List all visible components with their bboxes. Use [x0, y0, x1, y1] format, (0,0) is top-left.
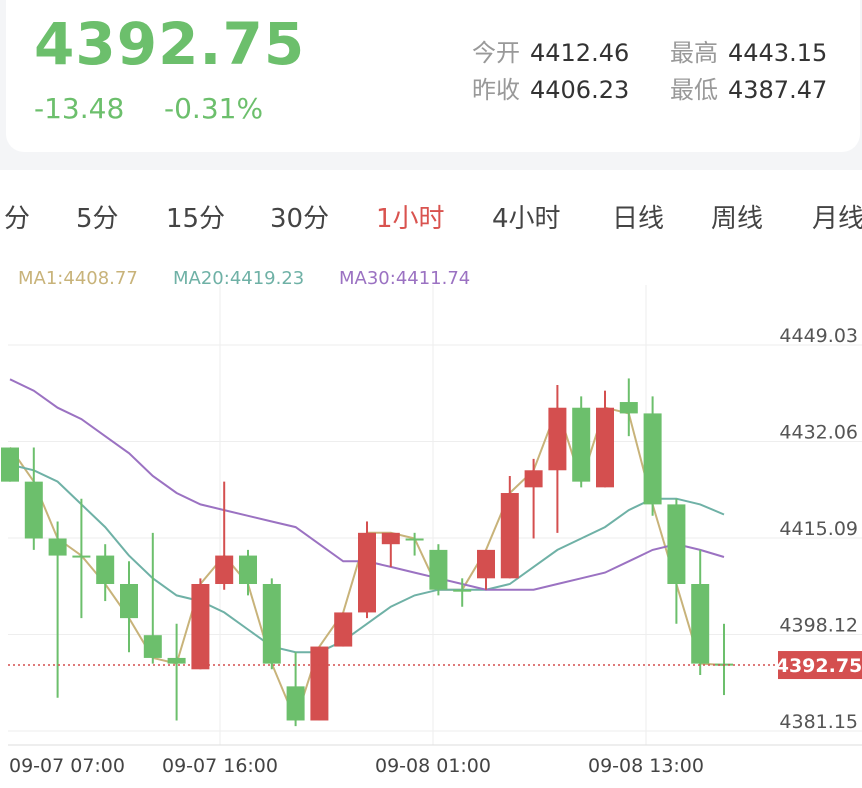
stat-open-label: 今开	[472, 39, 520, 67]
candle	[619, 378, 638, 437]
candle-body	[1, 447, 19, 482]
candle	[215, 481, 234, 590]
candle	[691, 549, 710, 675]
candle-body	[524, 470, 543, 488]
candle	[334, 612, 353, 647]
candle	[596, 390, 614, 488]
candle-body	[310, 646, 329, 721]
candle-body	[72, 555, 91, 558]
candle	[48, 521, 67, 698]
candle-body	[691, 584, 710, 664]
quote-card: 4392.75 -13.48 -0.31% 今开 4412.46 最高 4443.1…	[6, 0, 860, 152]
last-price: 4392.75	[34, 10, 306, 78]
x-tick-label: 09-08 01:00	[375, 755, 491, 777]
y-tick-label: 4381.15	[779, 711, 858, 733]
candle	[524, 458, 543, 539]
candle-body	[24, 481, 43, 539]
candle-body	[215, 555, 234, 585]
stat-prev-close: 昨收 4406.23	[472, 70, 629, 105]
stat-high: 最高 4443.15	[670, 33, 827, 68]
grid-lines	[8, 285, 862, 746]
stat-high-value: 4443.15	[728, 39, 828, 67]
candle	[143, 532, 162, 664]
candle-body	[667, 504, 686, 585]
stat-low-value: 4387.47	[728, 76, 828, 104]
y-tick-label: 4449.03	[779, 325, 858, 347]
chart-area: 分 5分 15分 30分 1小时 4小时 日线 周线 月线 MA1:4408.7…	[0, 170, 862, 788]
current-price-label: 4392.75	[776, 655, 862, 677]
candle-body	[120, 584, 138, 619]
candle	[548, 384, 567, 533]
candle	[239, 549, 257, 596]
candle	[381, 532, 400, 567]
candle	[120, 561, 138, 653]
price-change: -13.48	[34, 92, 125, 125]
candle-body	[167, 657, 186, 664]
x-tick-label: 09-07 07:00	[9, 755, 125, 777]
candle-body	[572, 407, 591, 482]
candle	[24, 447, 43, 550]
candle-body	[548, 407, 567, 471]
kline-chart[interactable]: 4449.03 4432.06 4415.09 4398.12 4381.15 4392…	[0, 170, 862, 788]
candle-body	[643, 413, 662, 505]
candle-body	[262, 584, 281, 664]
stat-low-label: 最低	[670, 76, 718, 104]
candle-body	[358, 532, 376, 613]
candle-body	[405, 538, 424, 541]
candle-body	[453, 589, 472, 592]
candle-body	[429, 549, 448, 590]
stat-open: 今开 4412.46	[472, 33, 629, 68]
stat-low: 最低 4387.47	[670, 70, 827, 105]
candle-body	[239, 555, 257, 585]
candle	[429, 544, 448, 596]
x-tick-label: 09-07 16:00	[162, 755, 278, 777]
candle	[358, 521, 376, 619]
y-tick-label: 4398.12	[779, 615, 858, 637]
candle	[167, 623, 186, 721]
candle	[643, 396, 662, 516]
candle-body	[334, 612, 353, 647]
candle	[286, 652, 305, 727]
candle-body	[143, 635, 162, 658]
y-tick-label: 4415.09	[779, 518, 858, 540]
candle	[1, 447, 19, 482]
x-tick-label: 09-08 13:00	[588, 755, 704, 777]
stat-open-value: 4412.46	[530, 39, 630, 67]
price-change-percent: -0.31%	[164, 92, 264, 125]
candle-body	[619, 402, 638, 414]
stat-prev-close-value: 4406.23	[530, 76, 630, 104]
candle-body	[96, 555, 115, 585]
candle	[500, 475, 519, 579]
stat-prev-close-label: 昨收	[472, 76, 520, 104]
candle	[572, 396, 591, 488]
y-tick-label: 4432.06	[779, 422, 858, 444]
candle	[262, 578, 281, 670]
candle	[72, 498, 91, 619]
candle-body	[381, 532, 400, 545]
candle	[477, 549, 495, 590]
candle-body	[191, 584, 210, 670]
stat-high-label: 最高	[670, 39, 718, 67]
candle	[310, 646, 329, 721]
candle	[191, 578, 210, 670]
candlesticks	[1, 378, 733, 727]
candle-body	[500, 493, 519, 579]
candle-body	[596, 407, 614, 488]
x-axis-labels: 09-07 07:00 09-07 16:00 09-08 01:00 09-08 1…	[9, 755, 704, 777]
candle-body	[286, 686, 305, 721]
current-price-marker: 4392.75	[8, 651, 862, 680]
candle-body	[477, 549, 495, 579]
candle-body	[48, 538, 67, 556]
